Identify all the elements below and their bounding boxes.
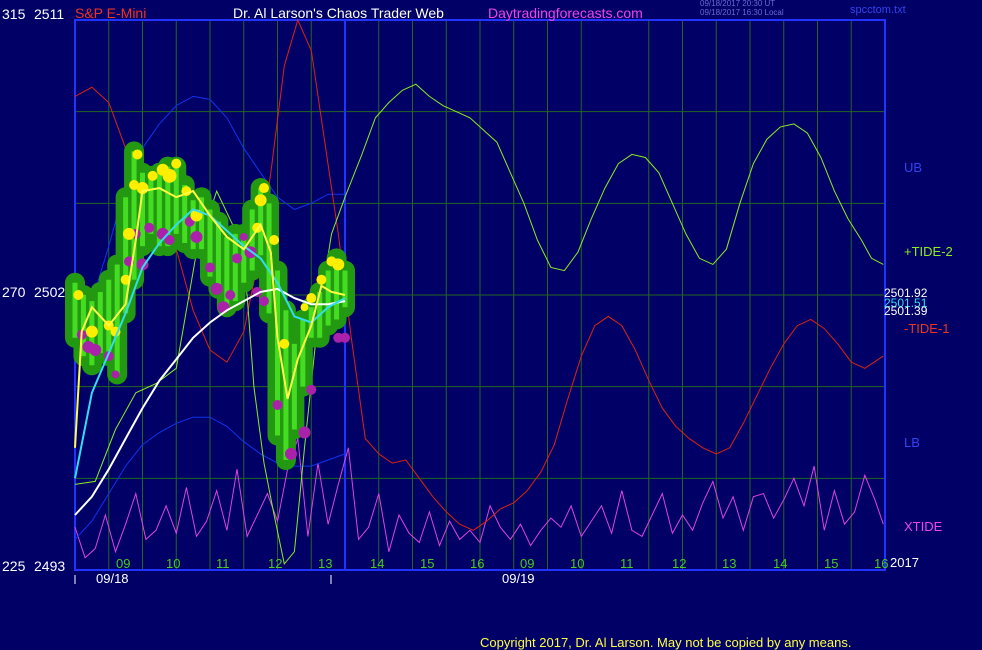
date-label-day1: 09/18 (96, 571, 129, 586)
x-tick: 11 (620, 556, 634, 571)
x-tick: 16 (874, 556, 889, 571)
x-tick: 14 (773, 556, 788, 571)
magenta-dot (298, 426, 311, 439)
magenta-dot (259, 296, 269, 307)
magenta-dot (340, 332, 350, 343)
magenta-dot (232, 253, 242, 264)
tide2-label: +TIDE-2 (904, 244, 953, 259)
x-tick: 09 (520, 556, 535, 571)
yellow-dot (85, 325, 98, 338)
yellow-dot (300, 303, 309, 312)
yellow-dot (316, 274, 327, 285)
magenta-dot (272, 400, 283, 410)
y-right-top: 2511 (34, 6, 65, 22)
yellow-dot (269, 235, 280, 245)
x-tick: 13 (722, 556, 737, 571)
series-line-xtide (74, 438, 884, 559)
x-tick: 10 (570, 556, 585, 571)
magenta-dot (111, 370, 120, 379)
copyright-notice: Copyright 2017, Dr. Al Larson. May not b… (480, 635, 852, 650)
magenta-dot (190, 230, 203, 243)
magenta-dot (306, 384, 317, 395)
symbol-label: S&P E-Mini (75, 5, 147, 21)
magenta-dot (285, 447, 297, 460)
x-tick: 15 (824, 556, 839, 571)
y-right-mid: 2502 (34, 284, 66, 300)
yellow-dot (306, 293, 317, 304)
x-tick: 12 (268, 556, 283, 571)
yellow-dot (132, 149, 143, 160)
yellow-dot (147, 170, 158, 181)
yellow-dot (332, 258, 345, 271)
chart-title: Dr. Al Larson's Chaos Trader Web (233, 5, 444, 21)
y-right-bottom: 2493 (34, 558, 66, 574)
y-left-mid: 270 (2, 284, 26, 300)
magenta-dot (225, 290, 236, 300)
chart-canvas (65, 18, 886, 584)
x-tick: 14 (370, 556, 385, 571)
x-tick: 12 (672, 556, 687, 571)
yellow-dot (259, 183, 269, 194)
timestamp-ut: 09/18/2017 20:30 UT (700, 0, 776, 8)
magenta-dot (217, 301, 230, 314)
x-tick: 11 (216, 556, 230, 571)
magenta-dot (144, 222, 155, 233)
magenta-dot (205, 262, 215, 273)
tide1-label: -TIDE-1 (904, 321, 950, 336)
file-name: spcctom.txt (850, 4, 906, 16)
yellow-dot (254, 194, 267, 207)
timestamp-local: 09/18/2017 16:30 Local (700, 8, 784, 17)
series-line-tide-2 (74, 83, 884, 566)
yellow-dot (123, 227, 135, 240)
x-tick: 10 (166, 556, 181, 571)
x-tick: 15 (420, 556, 435, 571)
yellow-dot (73, 290, 84, 300)
yellow-dot (279, 338, 290, 349)
price-readout-3: 2501.39 (884, 304, 928, 318)
yellow-dot (171, 158, 182, 169)
lb-label: LB (904, 435, 920, 450)
date-label-day2: 09/19 (502, 571, 535, 586)
ub-label: UB (904, 160, 923, 175)
magenta-dot (210, 282, 223, 295)
magenta-dot (89, 344, 102, 356)
x-tick: 09 (116, 556, 131, 571)
y-left-bottom: 225 (2, 558, 26, 574)
x-tick: 16 (470, 556, 485, 571)
x-tick: 13 (318, 556, 333, 571)
magenta-dot (239, 232, 248, 241)
y-left-top: 315 (2, 6, 26, 22)
site-link[interactable]: Daytradingforecasts.com (488, 6, 643, 20)
xtide-label: XTIDE (904, 519, 943, 534)
yellow-dot (162, 168, 177, 183)
year-label: 2017 (890, 555, 919, 570)
